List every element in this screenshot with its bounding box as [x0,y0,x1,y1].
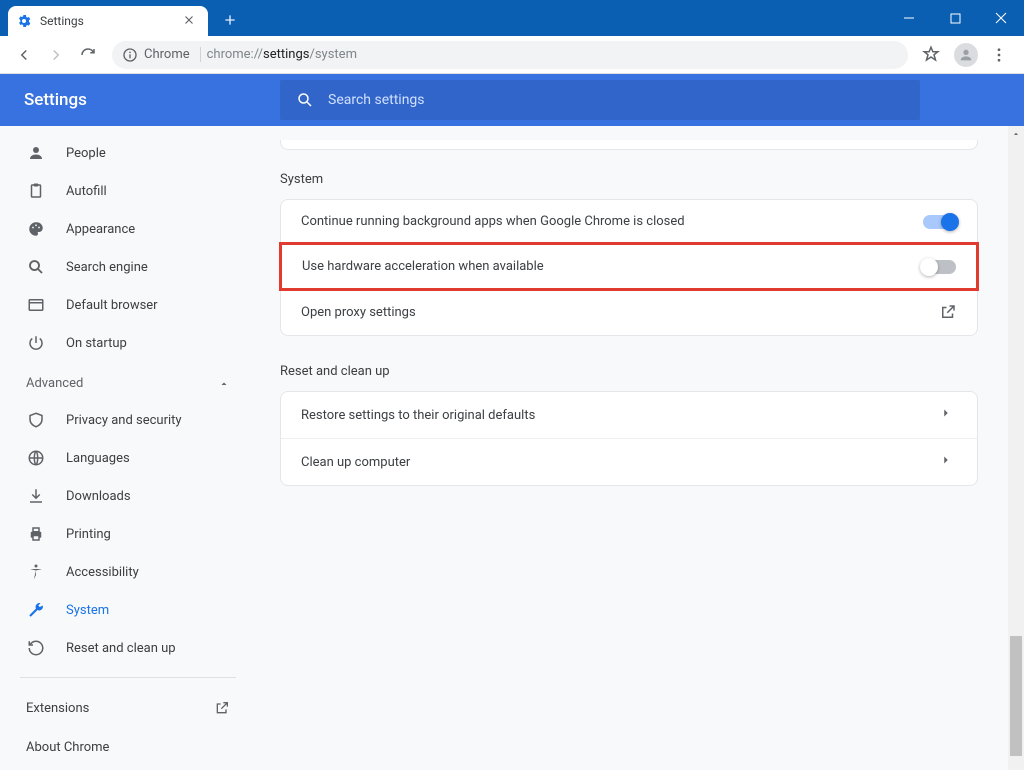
sidebar-item-reset[interactable]: Reset and clean up [0,629,256,667]
external-link-icon [939,303,957,321]
sidebar-about[interactable]: About Chrome [0,728,256,767]
settings-header: Settings [0,74,1024,126]
row-label: Clean up computer [301,455,410,470]
address-bar[interactable]: Chrome chrome://settings/system [112,41,908,69]
search-icon [26,257,46,277]
power-icon [26,333,46,353]
sidebar-item-search-engine[interactable]: Search engine [0,248,256,286]
bookmark-star-icon[interactable] [922,45,942,65]
scrollbar-thumb[interactable] [1010,636,1022,756]
sidebar-item-people[interactable]: People [0,134,256,172]
row-restore-defaults[interactable]: Restore settings to their original defau… [281,392,977,439]
row-cleanup-computer[interactable]: Clean up computer [281,439,977,485]
row-hardware-acceleration: Use hardware acceleration when available [279,242,979,291]
row-background-apps: Continue running background apps when Go… [281,200,977,244]
chevron-right-icon [939,453,957,471]
sidebar-item-label: Downloads [66,489,131,504]
sidebar-item-on-startup[interactable]: On startup [0,324,256,362]
reset-card: Restore settings to their original defau… [280,391,978,486]
row-label: Open proxy settings [301,305,416,320]
sidebar-item-label: Search engine [66,260,148,275]
sidebar-item-accessibility[interactable]: Accessibility [0,553,256,591]
system-card: Continue running background apps when Go… [280,199,978,336]
back-button[interactable] [10,41,38,69]
external-link-icon [214,700,230,716]
profile-avatar[interactable] [954,43,978,67]
accessibility-icon [26,562,46,582]
omnibox-chip: Chrome [144,47,201,62]
sidebar-item-autofill[interactable]: Autofill [0,172,256,210]
chevron-right-icon [939,406,957,424]
browser-toolbar: Chrome chrome://settings/system [0,36,1024,74]
new-tab-button[interactable] [216,6,244,34]
sidebar-item-languages[interactable]: Languages [0,439,256,477]
sidebar-extensions[interactable]: Extensions [0,688,256,728]
sidebar-item-label: Languages [66,451,130,466]
row-proxy-settings[interactable]: Open proxy settings [281,289,977,335]
sidebar-advanced-toggle[interactable]: Advanced [0,362,256,401]
toggle-hardware-acceleration[interactable] [922,260,956,274]
toggle-background-apps[interactable] [923,215,957,229]
sidebar-item-label: Reset and clean up [66,641,176,656]
kebab-menu-icon[interactable] [990,46,1010,64]
wrench-icon [26,600,46,620]
advanced-label: Advanced [26,376,83,391]
site-info-icon[interactable] [122,47,138,63]
download-icon [26,486,46,506]
palette-icon [26,219,46,239]
printer-icon [26,524,46,544]
restore-icon [26,638,46,658]
settings-sidebar: People Autofill Appearance Search engine… [0,126,256,770]
window-controls [886,0,1024,36]
sidebar-item-label: Accessibility [66,565,139,580]
row-label: Restore settings to their original defau… [301,408,535,423]
about-label: About Chrome [26,740,109,755]
search-icon [296,91,314,109]
scrollbar[interactable] [1008,126,1024,770]
sidebar-item-default-browser[interactable]: Default browser [0,286,256,324]
section-title-system: System [280,172,978,187]
minimize-button[interactable] [886,0,932,36]
sidebar-item-label: System [66,603,109,618]
tab-title: Settings [40,14,176,28]
row-label: Use hardware acceleration when available [302,259,544,274]
sidebar-item-printing[interactable]: Printing [0,515,256,553]
row-label: Continue running background apps when Go… [301,214,685,229]
url-text: chrome://settings/system [207,47,357,62]
page-title: Settings [24,90,280,110]
section-title-reset: Reset and clean up [280,364,978,379]
sidebar-item-downloads[interactable]: Downloads [0,477,256,515]
sidebar-item-system[interactable]: System [0,591,256,629]
person-icon [26,143,46,163]
sidebar-item-appearance[interactable]: Appearance [0,210,256,248]
scroll-up-arrow-icon[interactable] [1008,126,1024,142]
previous-card-stub [280,140,978,150]
forward-button[interactable] [42,41,70,69]
settings-content: System Continue running background apps … [256,126,1024,770]
browser-icon [26,295,46,315]
sidebar-item-label: Appearance [66,222,135,237]
sidebar-item-label: Privacy and security [66,413,182,428]
search-settings[interactable] [280,80,920,120]
browser-tab[interactable]: Settings [8,6,208,36]
close-window-button[interactable] [978,0,1024,36]
search-settings-input[interactable] [328,92,904,108]
extensions-label: Extensions [26,701,89,716]
sidebar-item-label: Autofill [66,184,107,199]
gear-icon [16,13,32,29]
sidebar-item-label: On startup [66,336,127,351]
reload-button[interactable] [74,41,102,69]
sidebar-item-label: People [66,146,106,161]
close-icon[interactable] [182,13,198,29]
sidebar-item-label: Printing [66,527,111,542]
chevron-up-icon [218,378,230,390]
sidebar-divider [20,677,236,678]
shield-icon [26,410,46,430]
globe-icon [26,448,46,468]
window-titlebar: Settings [0,0,1024,36]
clipboard-icon [26,181,46,201]
maximize-button[interactable] [932,0,978,36]
sidebar-item-label: Default browser [66,298,158,313]
sidebar-item-privacy[interactable]: Privacy and security [0,401,256,439]
